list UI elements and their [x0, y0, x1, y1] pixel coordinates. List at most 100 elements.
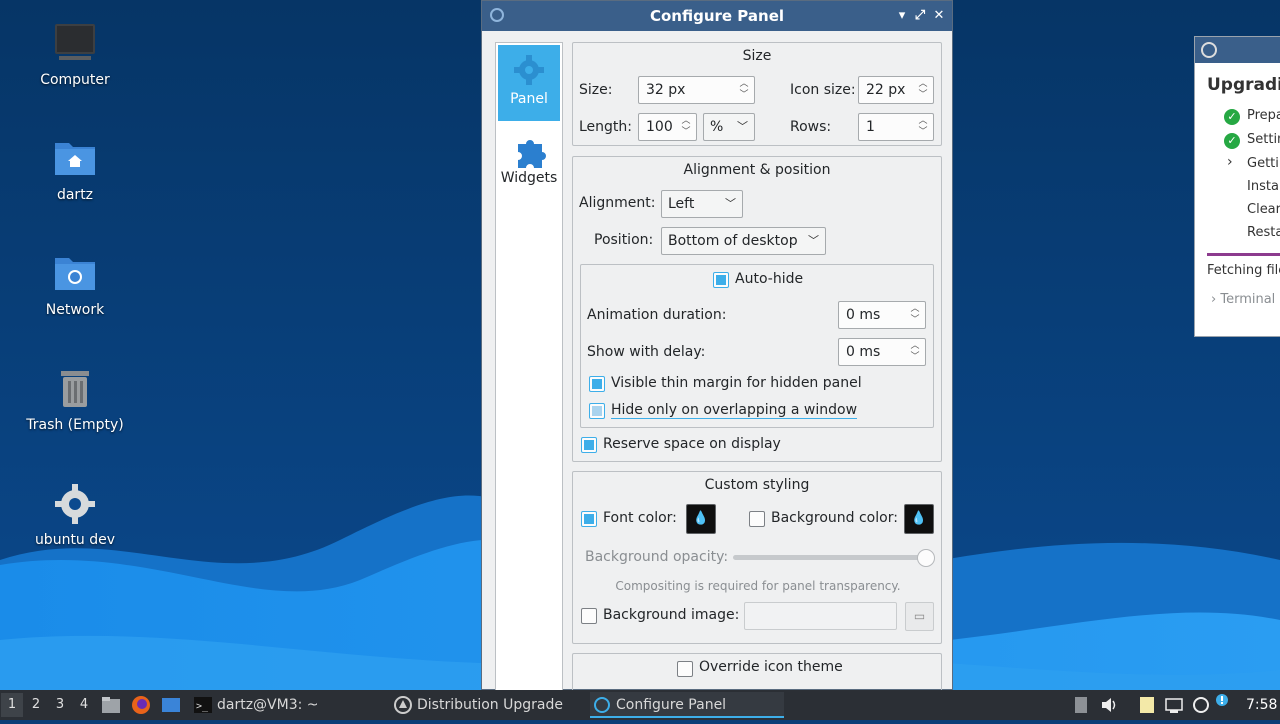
browse-image-button[interactable]: ▭	[905, 602, 934, 631]
length-unit-combo[interactable]: % ﹀	[703, 113, 755, 141]
override-icon-theme-checkbox[interactable]	[677, 661, 693, 677]
animation-duration-value: 0 ms	[846, 307, 881, 323]
background-image-label: Background image:	[603, 607, 740, 623]
firefox-icon[interactable]	[131, 695, 151, 715]
task-terminal[interactable]: >_ dartz@VM3: ~	[191, 692, 381, 718]
chevron-down-icon: ﹀	[737, 120, 748, 133]
file-manager-icon[interactable]	[101, 695, 121, 715]
alignment-combo[interactable]: Left ﹀	[661, 190, 743, 218]
spin-arrows-icon[interactable]: ︿ ﹀	[680, 116, 692, 138]
upgrade-step: Clear	[1247, 202, 1280, 217]
desktop-icon-label: Computer	[40, 72, 110, 88]
network-folder-icon	[53, 252, 97, 296]
show-delay-value: 0 ms	[846, 344, 881, 360]
desktop-icon-network[interactable]: Network	[15, 252, 135, 318]
workspace-1[interactable]: 1	[1, 693, 23, 717]
chevron-right-icon: ›	[1211, 292, 1221, 307]
chevron-down-icon: ﹀	[808, 234, 819, 247]
length-spinbox[interactable]: 100 ︿ ﹀	[638, 113, 697, 141]
workspace-3[interactable]: 3	[49, 693, 71, 717]
desktop-icon-home[interactable]: dartz	[15, 137, 135, 203]
rows-spinbox[interactable]: 1 ︿ ﹀	[858, 113, 934, 141]
task-label: dartz@VM3: ~	[217, 697, 319, 713]
clipboard-icon[interactable]	[1071, 695, 1091, 715]
minimize-icon[interactable]: ▾	[892, 1, 912, 31]
notes-icon[interactable]	[1137, 695, 1157, 715]
background-color-label: Background color:	[771, 510, 898, 526]
upgrade-tray-icon[interactable]	[1191, 695, 1211, 715]
window-title: Configure Panel	[649, 7, 785, 25]
task-label: Configure Panel	[616, 697, 727, 713]
position-label: Position:	[594, 232, 654, 248]
size-spinbox[interactable]: 32 px ︿ ﹀	[638, 76, 755, 104]
workspace-4[interactable]: 4	[73, 693, 95, 717]
group-title: Custom styling	[704, 477, 810, 493]
task-distribution-upgrade[interactable]: Distribution Upgrade	[391, 692, 581, 718]
desktop-icon-ubuntu-dev[interactable]: ubuntu dev	[15, 482, 135, 548]
window-titlebar[interactable]: Configure Panel ▾ ⤢ ✕	[482, 1, 952, 31]
sidebar-item-widgets[interactable]: Widgets	[498, 124, 560, 200]
desktop-icon-trash[interactable]: Trash (Empty)	[15, 367, 135, 433]
desktop-icon-computer[interactable]: Computer	[15, 22, 135, 88]
reserve-space-checkbox[interactable]	[581, 437, 597, 453]
show-desktop-icon[interactable]	[161, 695, 181, 715]
background-image-field[interactable]	[744, 602, 897, 630]
clock[interactable]: 7:58	[1246, 690, 1277, 720]
slider-handle[interactable]	[917, 549, 935, 567]
terminal-expander[interactable]: › Terminal	[1211, 292, 1275, 307]
override-icon-theme-label: Override icon theme	[699, 659, 843, 675]
taskbar: 1 2 3 4 >_ dartz@VM3: ~ Distribution Upg…	[0, 690, 1280, 720]
upgrade-step: Prepa	[1247, 108, 1280, 123]
background-color-button[interactable]: 💧	[904, 504, 934, 534]
show-delay-spinbox[interactable]: 0 ms ︿ ﹀	[838, 338, 926, 366]
computer-icon	[53, 22, 97, 66]
task-label: Distribution Upgrade	[417, 697, 563, 713]
font-color-button[interactable]: 💧	[686, 504, 716, 534]
reserve-space-label: Reserve space on display	[603, 436, 781, 452]
update-notification-icon[interactable]	[1215, 693, 1229, 707]
close-icon[interactable]: ✕	[929, 1, 949, 31]
size-value: 32 px	[646, 82, 686, 98]
spin-arrows-icon[interactable]: ︿ ﹀	[909, 304, 921, 326]
sidebar-item-panel[interactable]: Panel	[498, 45, 560, 121]
upgrade-titlebar[interactable]	[1195, 37, 1280, 63]
task-configure-panel[interactable]: Configure Panel	[590, 692, 784, 718]
configure-panel-window[interactable]: Configure Panel ▾ ⤢ ✕ Panel Widgets Size…	[481, 0, 953, 693]
network-icon[interactable]	[1164, 695, 1184, 715]
icon-theme-group: Override icon theme	[572, 653, 942, 693]
distribution-upgrade-window[interactable]: Upgradi ✓ Prepa ✓ Settin › Getti Insta C…	[1194, 36, 1280, 337]
thin-margin-checkbox[interactable]	[589, 376, 605, 392]
terminal-icon: >_	[193, 695, 213, 715]
spin-arrows-icon[interactable]: ︿ ﹀	[909, 341, 921, 363]
volume-icon[interactable]	[1099, 695, 1119, 715]
spin-arrows-icon[interactable]: ︿ ﹀	[738, 79, 750, 101]
length-value: 100	[646, 119, 673, 135]
background-color-checkbox[interactable]	[749, 511, 765, 527]
spin-arrows-icon[interactable]: ︿ ﹀	[917, 79, 929, 101]
alignment-label: Alignment:	[579, 195, 656, 211]
terminal-label: Terminal	[1220, 292, 1276, 307]
upgrade-icon	[1201, 42, 1217, 58]
desktop-icon-label: ubuntu dev	[34, 532, 116, 548]
background-image-checkbox[interactable]	[581, 608, 597, 624]
alignment-value: Left	[668, 196, 695, 212]
overlap-label: Hide only on overlapping a window	[611, 402, 858, 419]
rows-label: Rows:	[790, 119, 832, 135]
auto-hide-checkbox[interactable]	[713, 272, 729, 288]
auto-hide-label: Auto-hide	[735, 271, 804, 287]
icon-size-spinbox[interactable]: 22 px ︿ ﹀	[858, 76, 934, 104]
color-drop-icon: 💧	[692, 511, 710, 526]
workspace-2[interactable]: 2	[25, 693, 47, 717]
desktop-icon-label: Trash (Empty)	[26, 417, 124, 433]
group-title: Size	[742, 48, 772, 64]
maximize-icon[interactable]: ⤢	[910, 1, 930, 31]
overlap-checkbox[interactable]	[589, 403, 605, 419]
animation-duration-spinbox[interactable]: 0 ms ︿ ﹀	[838, 301, 926, 329]
window-app-icon	[490, 8, 504, 22]
spin-arrows-icon[interactable]: ︿ ﹀	[917, 116, 929, 138]
background-opacity-slider[interactable]	[733, 555, 926, 560]
position-combo[interactable]: Bottom of desktop ﹀	[661, 227, 826, 255]
custom-styling-group: Custom styling Font color: 💧 Background …	[572, 471, 942, 644]
upgrade-icon	[393, 695, 413, 715]
font-color-checkbox[interactable]	[581, 511, 597, 527]
